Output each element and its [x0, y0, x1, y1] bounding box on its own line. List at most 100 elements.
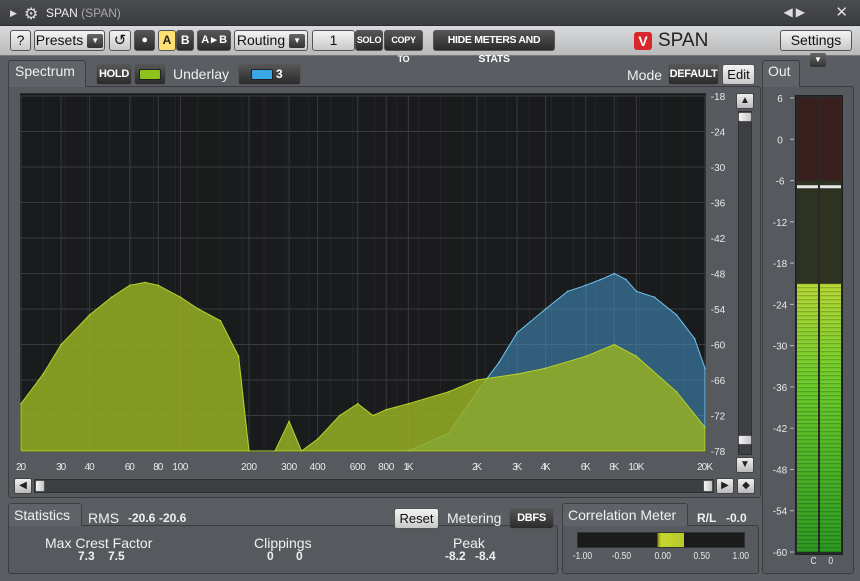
- slot-a-button[interactable]: A: [158, 30, 176, 51]
- mode-default-button[interactable]: DEFAULT: [668, 64, 719, 85]
- copy-a-to-b-label: A ▸ B: [201, 34, 227, 46]
- routing-button[interactable]: Routing ▼: [234, 30, 308, 51]
- undo-icon: ↺: [113, 32, 127, 49]
- arrow-right-icon: ▶: [721, 480, 729, 491]
- peak-left-value: -8.2: [445, 549, 466, 563]
- clippings-right-value: 0: [296, 549, 303, 563]
- close-icon[interactable]: ✕: [835, 3, 848, 21]
- help-label: ?: [16, 32, 25, 48]
- slot-a-label: A: [162, 33, 172, 47]
- scroll-left-button[interactable]: ◀: [14, 478, 32, 494]
- voxengo-logo-icon: V: [634, 32, 652, 50]
- spectrum-label: Spectrum: [15, 63, 75, 79]
- correlation-label: Correlation Meter: [568, 507, 677, 523]
- crest-factor-label: Max Crest Factor: [45, 535, 153, 551]
- out-label: Out: [768, 63, 791, 79]
- correlation-value: -0.0: [726, 511, 747, 525]
- scroll-up-button[interactable]: ▲: [736, 93, 754, 109]
- out-meter: [795, 95, 843, 555]
- meter-channel-left-label: C: [810, 556, 817, 567]
- primary-color-swatch[interactable]: [134, 64, 166, 85]
- corr-scale-label: -1.00: [572, 551, 593, 562]
- collapse-arrow-icon[interactable]: ▶: [10, 8, 17, 19]
- prev-next-arrows-icon[interactable]: ◀▶: [784, 5, 808, 19]
- chevron-down-icon: ▼: [810, 53, 826, 68]
- rms-right-value: -20.6: [159, 511, 187, 525]
- arrow-left-icon: ◀: [19, 480, 27, 491]
- vertical-scroll-track[interactable]: [738, 111, 752, 455]
- title-bar: ▶ ⚙ SPAN (SPAN) ◀▶ ✕: [0, 0, 860, 26]
- solo-label: SOLO: [356, 35, 382, 45]
- corr-scale-label: 0.00: [654, 551, 672, 562]
- arrow-up-icon: ▲: [740, 95, 750, 106]
- gear-icon[interactable]: ⚙: [24, 4, 38, 24]
- hold-label: HOLD: [99, 68, 129, 80]
- metering-label: Metering: [447, 510, 502, 526]
- brand-name: SPAN: [658, 30, 709, 51]
- scroll-down-button[interactable]: ▼: [736, 457, 754, 473]
- hide-meters-label: HIDE METERS AND STATS: [447, 34, 541, 65]
- presets-button[interactable]: Presets ▼: [34, 30, 105, 51]
- edit-label: Edit: [727, 67, 750, 82]
- correlation-bar: [577, 532, 745, 548]
- window-title: SPAN (SPAN): [46, 6, 121, 20]
- toolbar: ? Presets ▼ ↺ ● A B A ▸ B Routing ▼ 1 SOLO…: [0, 26, 860, 68]
- scroll-right-button[interactable]: ▶: [716, 478, 734, 494]
- metering-mode-value: DBFS: [517, 512, 546, 524]
- reset-label: Reset: [399, 511, 434, 526]
- presets-label: Presets: [35, 32, 84, 48]
- hold-button[interactable]: HOLD: [96, 64, 132, 85]
- clippings-left-value: 0: [267, 549, 274, 563]
- vertical-scrollbar[interactable]: ▲ ▼: [735, 93, 755, 473]
- routing-label: Routing: [236, 32, 286, 48]
- reset-stats-button[interactable]: Reset: [394, 508, 439, 529]
- chevron-down-icon: ▼: [289, 34, 306, 49]
- vertical-scroll-thumb-top[interactable]: [738, 112, 752, 122]
- underlay-selector[interactable]: 3: [238, 64, 301, 85]
- chevron-down-icon: ▼: [87, 34, 104, 49]
- diamond-icon: ◆: [742, 480, 750, 491]
- help-button[interactable]: ?: [10, 30, 31, 51]
- underlay-label: Underlay: [173, 66, 230, 82]
- copy-to-button[interactable]: COPY TO: [384, 30, 423, 64]
- corr-scale-label: 0.50: [693, 551, 711, 562]
- slot-b-button[interactable]: B: [176, 30, 194, 51]
- settings-button[interactable]: Settings ▼: [780, 30, 852, 68]
- hide-meters-button[interactable]: HIDE METERS AND STATS: [433, 30, 555, 65]
- rms-label: RMS: [88, 510, 120, 526]
- underlay-value: 3: [276, 67, 283, 81]
- edit-button[interactable]: Edit: [722, 64, 755, 85]
- group-number-field[interactable]: 1: [312, 30, 355, 51]
- power-button[interactable]: ●: [134, 30, 155, 51]
- corr-scale-label: -0.50: [611, 551, 632, 562]
- statistics-label: Statistics: [14, 507, 71, 523]
- reset-plugin-button[interactable]: ↺: [109, 30, 131, 51]
- arrow-down-icon: ▼: [740, 459, 750, 470]
- vertical-scroll-thumb-bottom[interactable]: [738, 435, 752, 445]
- peak-right-value: -8.4: [475, 549, 496, 563]
- mode-label: Mode: [627, 67, 663, 83]
- copy-a-to-b-button[interactable]: A ▸ B: [197, 30, 231, 51]
- meter-channel-right-label: 0: [828, 556, 834, 567]
- metering-mode-button[interactable]: DBFS: [509, 508, 554, 529]
- settings-label: Settings: [790, 32, 842, 48]
- reset-zoom-button[interactable]: ◆: [737, 478, 755, 494]
- crest-right-value: 7.5: [108, 549, 125, 563]
- slot-b-label: B: [180, 33, 190, 47]
- horizontal-scroll-track[interactable]: [34, 479, 714, 493]
- rms-left-value: -20.6: [128, 511, 156, 525]
- brand-logo: V SPAN: [634, 30, 708, 52]
- horizontal-scroll-thumb-left[interactable]: [35, 480, 45, 492]
- corr-scale-label: 1.00: [732, 551, 750, 562]
- spectrum-plot-area[interactable]: [20, 93, 706, 452]
- group-number-label: 1: [329, 32, 338, 48]
- crest-left-value: 7.3: [78, 549, 95, 563]
- horizontal-scroll-thumb-right[interactable]: [703, 480, 713, 492]
- copy-to-label: COPY TO: [391, 35, 416, 64]
- blue-swatch: [251, 69, 273, 80]
- correlation-mode[interactable]: R/L: [697, 511, 716, 525]
- green-swatch: [139, 69, 161, 80]
- solo-button[interactable]: SOLO: [355, 30, 383, 51]
- power-icon: ●: [141, 34, 148, 46]
- mode-value: DEFAULT: [669, 68, 718, 80]
